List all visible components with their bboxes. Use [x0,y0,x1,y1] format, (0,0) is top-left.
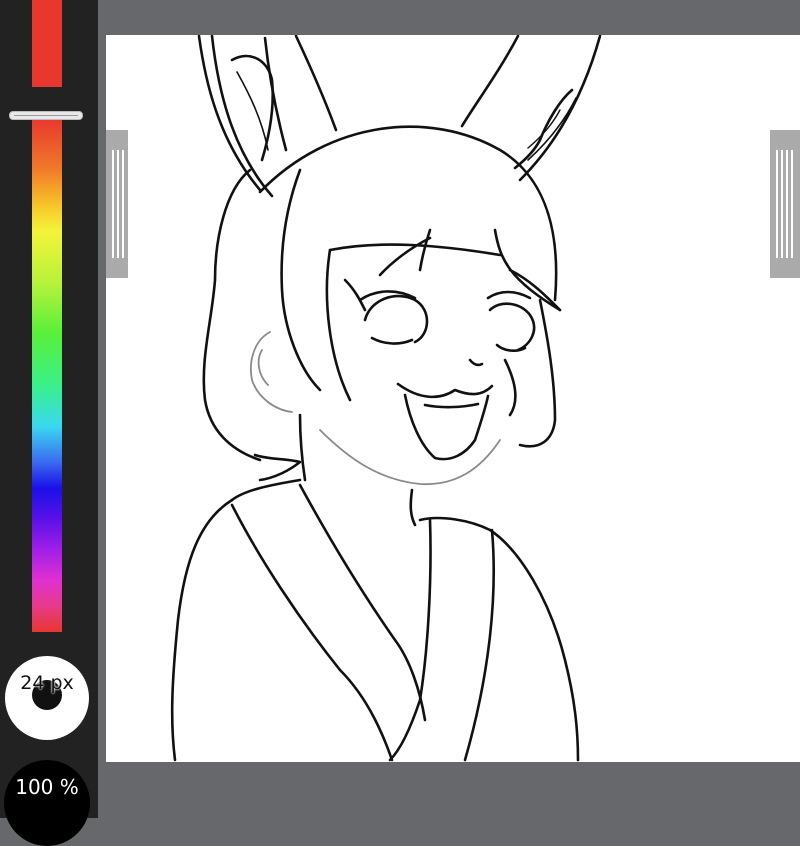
current-color-swatch[interactable] [32,0,62,87]
toolbar-divider [98,0,106,818]
hue-slider[interactable] [32,118,62,632]
opacity-label: 100 % [15,775,79,799]
brush-size-label: 24 px [20,672,74,694]
drawing-canvas[interactable] [106,35,800,762]
sketch-artwork [170,35,602,762]
left-scroll-handle[interactable] [106,130,128,278]
hue-slider-handle[interactable] [9,111,83,120]
opacity-button[interactable] [4,760,90,846]
right-scroll-handle[interactable] [770,130,800,278]
